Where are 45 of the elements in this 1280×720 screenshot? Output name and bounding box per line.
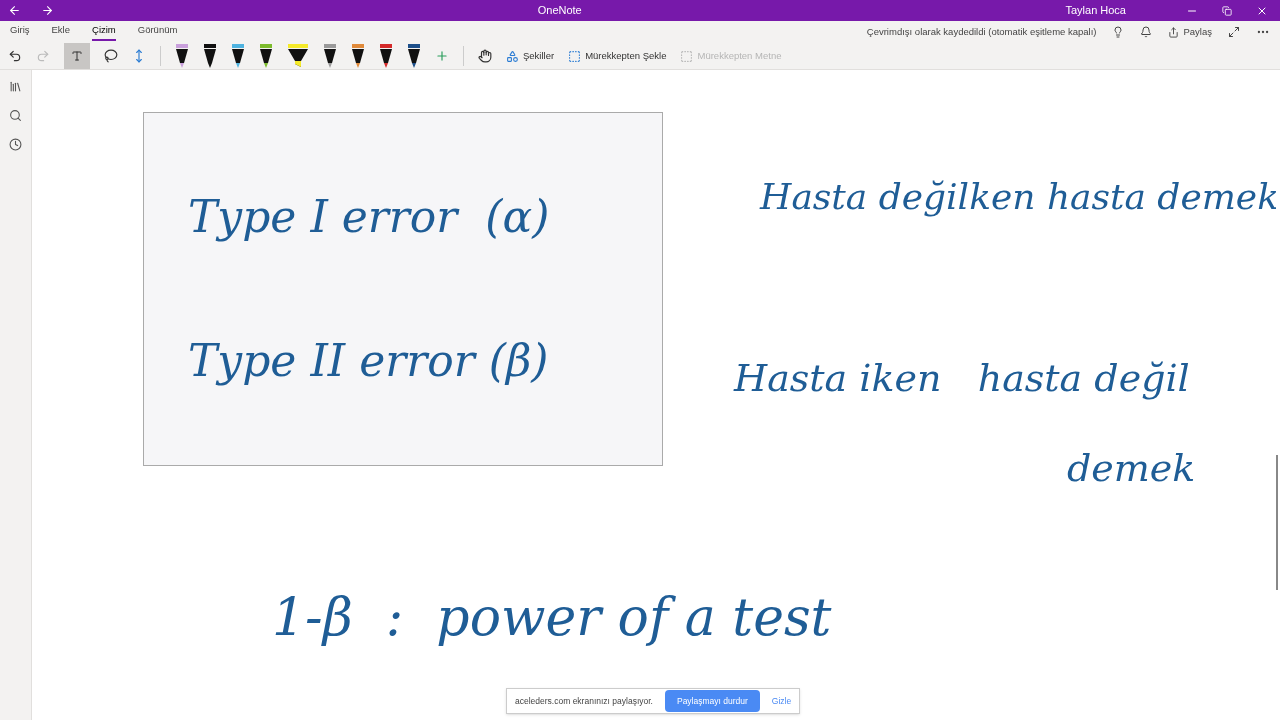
share-button[interactable]: Paylaş	[1168, 24, 1212, 40]
recent-icon[interactable]	[9, 138, 22, 151]
user-name: Taylan Hoca	[1065, 3, 1126, 19]
pen-icon[interactable]	[175, 43, 189, 69]
pen-icon[interactable]	[379, 43, 393, 69]
handwritten-text: Type II error (β)	[188, 334, 550, 388]
lightbulb-icon[interactable]	[1112, 26, 1125, 38]
ribbon-tab[interactable]: Çizim	[92, 23, 116, 41]
hide-link[interactable]: Gizle	[771, 694, 792, 708]
pen-icon[interactable]	[323, 43, 337, 69]
forward-icon[interactable]	[41, 4, 54, 17]
search-icon[interactable]	[9, 109, 22, 122]
window-title: OneNote	[537, 3, 582, 19]
handwritten-text: Type I error (α)	[188, 190, 551, 244]
shapes-icon	[506, 49, 519, 63]
pen-icon[interactable]	[203, 43, 217, 69]
undo-icon[interactable]	[8, 49, 22, 63]
restore-icon[interactable]	[1222, 5, 1232, 16]
expand-icon[interactable]	[1228, 26, 1240, 38]
ribbon-tool-button[interactable]: Şekiller	[506, 48, 555, 64]
scrollbar-thumb[interactable]	[1276, 455, 1278, 590]
sync-status: Çevrimdışı olarak kaydedildi (otomatik eşitleme kapalı)	[866, 24, 1097, 39]
bell-icon[interactable]	[1140, 26, 1153, 38]
lasso-icon[interactable]	[104, 49, 118, 63]
pen-icon[interactable]	[407, 43, 421, 69]
ribbon-tool-button[interactable]: Mürekkepten Şekle	[568, 48, 667, 64]
touch-draw-icon[interactable]	[478, 49, 492, 63]
dashed-square-icon	[568, 49, 582, 63]
pen-icon[interactable]	[231, 43, 245, 69]
ribbon-tab[interactable]: Görünüm	[137, 23, 178, 41]
ribbon-tab[interactable]: Ekle	[51, 23, 70, 41]
pen-icon[interactable]	[351, 43, 365, 69]
dashed-square-icon	[680, 49, 694, 63]
highlighter-icon[interactable]	[287, 43, 309, 69]
pen-icon[interactable]	[259, 43, 273, 69]
handwritten-text: demek	[1067, 445, 1196, 492]
share-icon	[1168, 26, 1180, 38]
back-icon[interactable]	[8, 4, 21, 17]
share-message: aceleders.com ekranınızı paylaşıyor.	[515, 694, 653, 708]
notebooks-icon[interactable]	[9, 80, 22, 93]
text-cursor-icon	[71, 50, 83, 62]
handwritten-text: Hasta değilken hasta demek	[760, 175, 1279, 219]
handwritten-text: Hasta iken hasta değil	[734, 355, 1190, 402]
handwritten-text: 1-β : power of a test	[272, 586, 832, 649]
ribbon-tab[interactable]: Giriş	[10, 23, 30, 41]
